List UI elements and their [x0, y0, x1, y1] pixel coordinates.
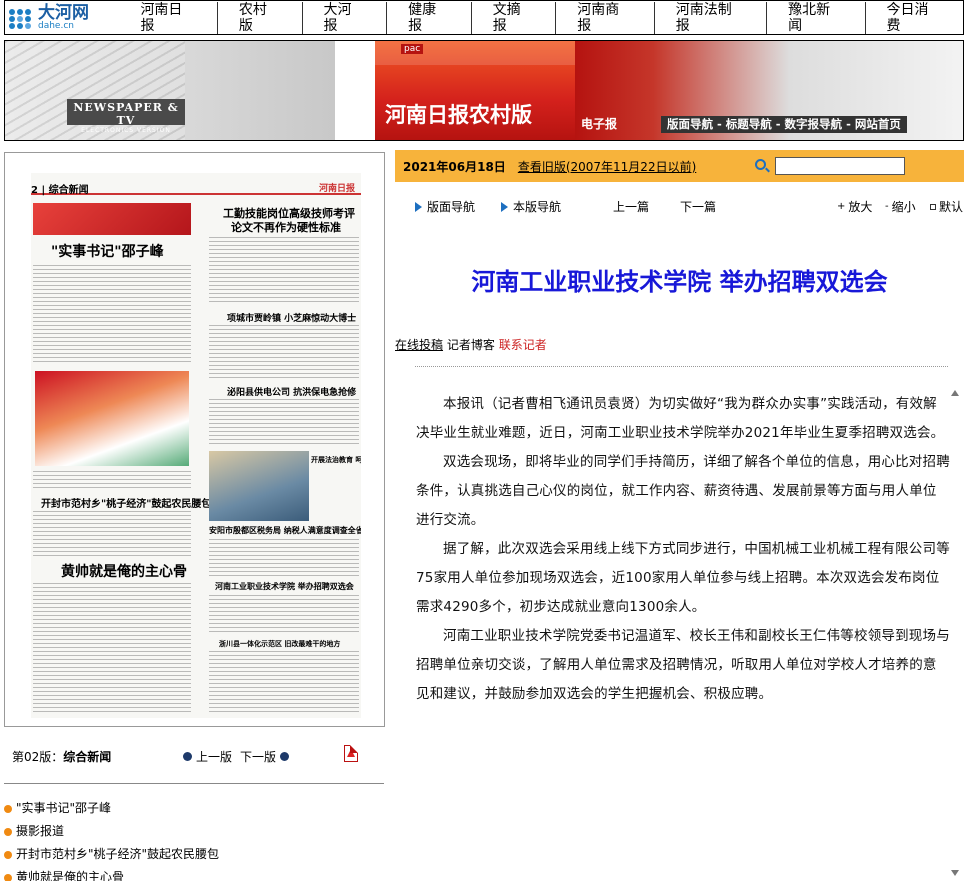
- preview-photo: [35, 371, 189, 466]
- bullet-icon: [4, 804, 12, 813]
- next-edition-icon[interactable]: [280, 752, 290, 761]
- preview-headline: 河南工业职业技术学院 举办招聘双选会: [215, 581, 354, 591]
- text-block: [209, 325, 359, 381]
- preview-headline: 浙川县一体化示范区 旧改最难干的地方: [219, 639, 341, 648]
- list-item[interactable]: "实事书记"邵子峰: [4, 797, 384, 820]
- arrow-right-icon: [501, 201, 508, 212]
- newspaper-page-image[interactable]: 2 | 综合新闻 河南日报 "实事书记"邵子峰 开封市范村乡"桃子经济"鼓起农民…: [31, 173, 361, 718]
- zoom-out-button[interactable]: - 缩小: [885, 198, 916, 215]
- text-block: [209, 237, 359, 305]
- preview-headline: 论文不再作为硬性标准: [231, 221, 341, 234]
- text-block: [209, 651, 359, 713]
- date-bar: 2021年06月18日 查看旧版(2007年11月22日以前): [395, 150, 964, 182]
- nav-health-bao[interactable]: 健康报: [387, 1, 472, 34]
- bullet-icon: [4, 827, 12, 836]
- text-block: [209, 539, 359, 577]
- article-meta: 在线投稿 记者博客 联系记者: [395, 336, 964, 353]
- old-edition-link[interactable]: 查看旧版(2007年11月22日以前): [518, 158, 696, 175]
- prev-edition-icon[interactable]: [183, 752, 192, 761]
- preview-headline: 开展法治教育 呵护学生成长: [311, 455, 361, 464]
- list-item[interactable]: 黄帅就是俺的主心骨: [4, 866, 384, 881]
- paragraph: 据了解，此次双选会采用线上线下方式同步进行，中国机械工业机械工程有限公司等75家…: [416, 541, 950, 615]
- paragraph: 本报讯（记者曹相飞通讯员袁贤）为切实做好“我为群众办实事”实践活动，有效解决毕业…: [416, 396, 945, 441]
- submit-online-link[interactable]: 在线投稿: [395, 338, 443, 352]
- issue-date: 2021年06月18日: [403, 159, 506, 174]
- search-input[interactable]: [775, 157, 905, 175]
- contact-reporter-link[interactable]: 联系记者: [499, 338, 547, 352]
- article-list: "实事书记"邵子峰 摄影报道 开封市范村乡"桃子经济"鼓起农民腰包 黄帅就是俺的…: [4, 797, 384, 881]
- text-block: [209, 399, 359, 447]
- reporter-blog-link[interactable]: 记者博客: [447, 338, 495, 352]
- text-block: [209, 595, 359, 635]
- text-block: [33, 471, 191, 491]
- divider: [4, 783, 384, 784]
- article-toolbar: 版面导航 本版导航 上一篇 下一篇 + 放大 - 缩小 默认: [395, 198, 964, 216]
- page-header: 2 | 综合新闻 河南日报: [31, 181, 361, 196]
- nav-dahe-bao[interactable]: 大河报: [303, 1, 388, 34]
- preview-headline: "实事书记"邵子峰: [51, 244, 164, 260]
- list-item[interactable]: 开封市范村乡"桃子经济"鼓起农民腰包: [4, 843, 384, 866]
- nav-commerce-bao[interactable]: 河南商报: [556, 1, 655, 34]
- paragraph: 河南工业职业技术学院党委书记温道军、校长王伟和副校长王仁伟等校领导到现场与招聘单…: [416, 628, 950, 702]
- banner-title: 河南日报农村版: [385, 103, 532, 127]
- banner-nav-links[interactable]: 版面导航 - 标题导航 - 数字报导航 - 网站首页: [661, 116, 907, 133]
- newspaper-page-frame: 2 | 综合新闻 河南日报 "实事书记"邵子峰 开封市范村乡"桃子经济"鼓起农民…: [4, 152, 385, 727]
- nav-digest-bao[interactable]: 文摘报: [472, 1, 557, 34]
- preview-headline: 泌阳县供电公司 抗洪保电急抢修: [227, 388, 357, 398]
- article-body: 本报讯（记者曹相飞通讯员袁贤）为切实做好“我为群众办实事”实践活动，有效解决毕业…: [416, 390, 950, 709]
- prev-edition-link[interactable]: 上一版: [196, 748, 232, 765]
- list-item[interactable]: 摄影报道: [4, 820, 384, 843]
- red-header-graphic: [33, 203, 191, 235]
- edition-pager: 上一版 下一版: [183, 748, 290, 765]
- pdf-icon[interactable]: [344, 745, 358, 762]
- preview-headline: 开封市范村乡"桃子经济"鼓起农民腰包: [41, 499, 212, 510]
- scroll-up-arrow-icon[interactable]: [951, 390, 959, 396]
- minus-icon: -: [885, 201, 889, 212]
- search-icon[interactable]: [755, 159, 766, 170]
- text-block: [33, 583, 191, 713]
- nav-today-consume[interactable]: 今日消费: [866, 2, 963, 34]
- logo-dots-icon: [9, 7, 35, 29]
- nav-yubei-news[interactable]: 豫北新闻: [767, 1, 866, 34]
- plus-icon: +: [837, 201, 846, 212]
- default-size-button[interactable]: 默认: [930, 198, 963, 215]
- site-logo[interactable]: 大河网 dahe.cn: [5, 2, 114, 31]
- nav-henan-daily[interactable]: 河南日报: [119, 1, 218, 34]
- page-nav-button[interactable]: 本版导航: [501, 198, 561, 215]
- epaper-label: 电子报: [581, 117, 618, 131]
- pac-label: pac: [401, 44, 424, 54]
- article-title: 河南工业职业技术学院 举办招聘双选会: [471, 268, 888, 296]
- text-block: [33, 265, 191, 365]
- scroll-down-arrow-icon[interactable]: [951, 870, 959, 876]
- bullet-icon: [4, 873, 12, 881]
- nav-rural-edition[interactable]: 农村版: [218, 1, 303, 34]
- newspaper-tv-badge: NEWSPAPER & TV ELECTRONICS VERSION: [67, 99, 185, 134]
- prev-article-link[interactable]: 上一篇: [613, 198, 649, 215]
- square-icon: [930, 203, 936, 210]
- text-block: [33, 511, 191, 559]
- zoom-in-button[interactable]: + 放大: [837, 198, 872, 215]
- preview-photo: [209, 451, 309, 521]
- bullet-icon: [4, 850, 12, 859]
- masthead-banner: NEWSPAPER & TV ELECTRONICS VERSION pac 河…: [4, 40, 964, 141]
- top-nav: 大河网 dahe.cn 河南日报 农村版 大河报 健康报 文摘报 河南商报 河南…: [4, 0, 964, 35]
- paragraph: 双选会现场，即将毕业的同学们手持简历，详细了解各个单位的信息，用心比对招聘条件，…: [416, 454, 950, 528]
- preview-headline: 黄帅就是俺的主心骨: [61, 564, 187, 580]
- edition-label: 第02版：综合新闻: [12, 750, 112, 764]
- edition-name: 综合新闻: [63, 750, 112, 764]
- preview-headline: 项城市贾岭镇 小芝麻惊动大博士: [227, 314, 357, 324]
- next-article-link[interactable]: 下一篇: [680, 198, 716, 215]
- nav-legal-bao[interactable]: 河南法制报: [655, 1, 768, 34]
- logo-text: 大河网: [38, 2, 89, 23]
- logo-domain: dahe.cn: [38, 20, 74, 31]
- arrow-right-icon: [415, 201, 422, 212]
- next-edition-link[interactable]: 下一版: [240, 748, 276, 765]
- layout-nav-button[interactable]: 版面导航: [415, 198, 475, 215]
- banner-title-block: pac 河南日报农村版: [375, 41, 575, 140]
- preview-headline: 安阳市殷都区税务局 纳税人满意度调查全省第一: [209, 525, 361, 535]
- divider: [415, 366, 948, 367]
